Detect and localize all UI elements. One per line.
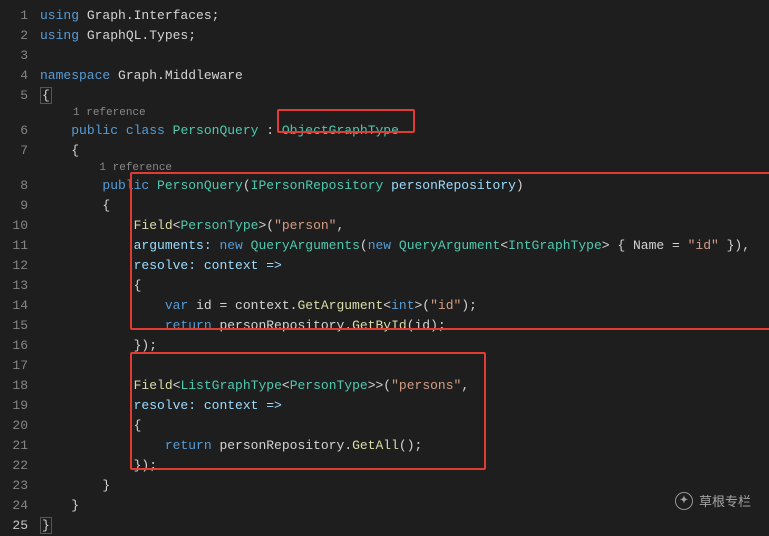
codelens-reference[interactable]: 1 reference: [99, 162, 172, 174]
code-editor[interactable]: 1 2 3 4 5 6 7 8 9 10 11 12 13 14 15 16 1…: [0, 0, 769, 528]
line-gutter: 1 2 3 4 5 6 7 8 9 10 11 12 13 14 15 16 1…: [0, 0, 40, 528]
watermark-text: 草根专栏: [699, 491, 751, 510]
code-area[interactable]: using Graph.Interfaces; using GraphQL.Ty…: [40, 0, 769, 528]
watermark: ✦ 草根专栏: [675, 491, 751, 510]
codelens-reference[interactable]: 1 reference: [73, 107, 146, 119]
wechat-icon: ✦: [675, 492, 693, 510]
